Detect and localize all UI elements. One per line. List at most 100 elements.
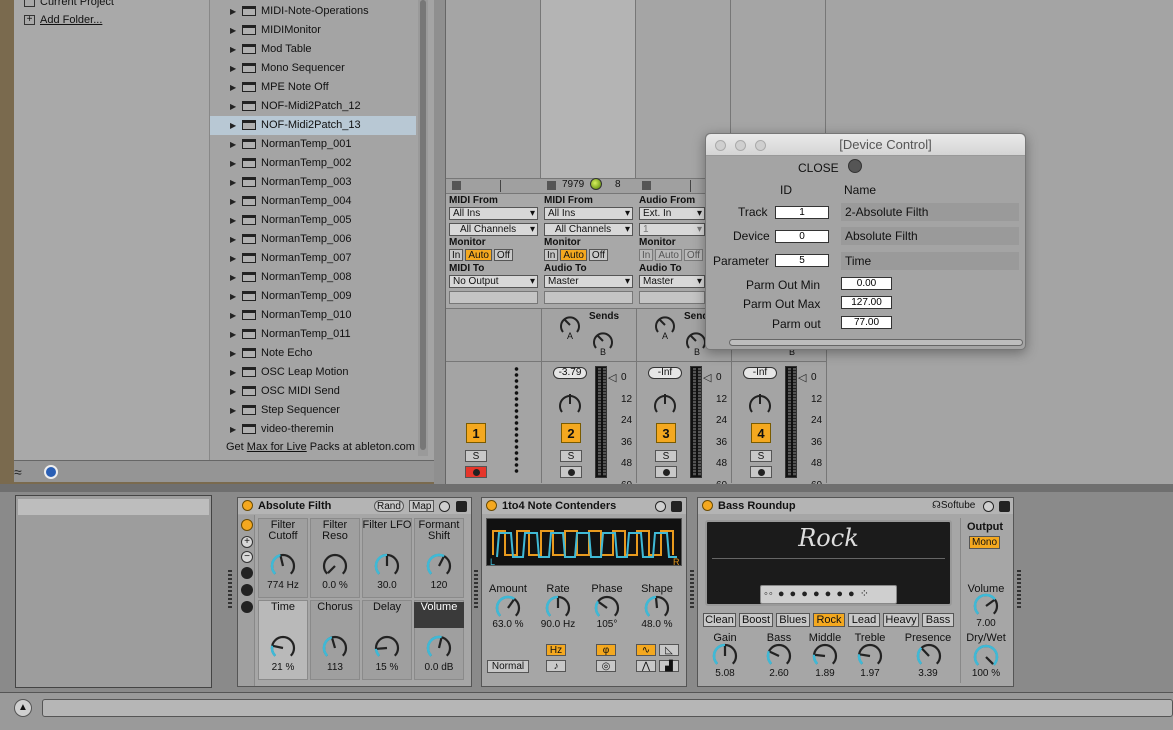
volume-readout[interactable]: -3.79 xyxy=(553,367,587,379)
expand-triangle-icon[interactable]: ▶ xyxy=(230,97,242,116)
parameter-knob[interactable] xyxy=(915,642,943,670)
monitor-off-button[interactable]: Off xyxy=(683,249,704,261)
track-activator-button[interactable]: 3 xyxy=(656,423,676,443)
wave-triangle-icon[interactable]: ⋀ xyxy=(636,660,656,672)
resize-grip[interactable] xyxy=(228,570,232,610)
midi-to-select[interactable]: No Output xyxy=(449,275,538,288)
expand-triangle-icon[interactable]: ▶ xyxy=(230,401,242,420)
mode-select[interactable]: Normal xyxy=(487,660,529,673)
expand-triangle-icon[interactable]: ▶ xyxy=(230,306,242,325)
expand-triangle-icon[interactable]: ▶ xyxy=(230,382,242,401)
expand-triangle-icon[interactable]: ▶ xyxy=(230,21,242,40)
remove-icon[interactable]: − xyxy=(241,551,253,563)
clip-stop-button-2[interactable] xyxy=(547,181,556,190)
pan-knob[interactable] xyxy=(746,390,774,418)
pan-knob[interactable] xyxy=(651,390,679,418)
preset-button[interactable]: Boost xyxy=(739,613,773,627)
browser-item[interactable]: ▶ NormanTemp_001 xyxy=(230,135,352,154)
parm-out-min-input[interactable] xyxy=(841,277,892,290)
expand-triangle-icon[interactable]: ▶ xyxy=(230,249,242,268)
browser-item[interactable]: ▶ Step Sequencer xyxy=(230,401,340,420)
solo-button[interactable]: S xyxy=(655,450,677,462)
expand-triangle-icon[interactable]: ▶ xyxy=(230,59,242,78)
add-icon[interactable]: + xyxy=(241,536,253,548)
browser-item[interactable]: ▶ Mod Table xyxy=(230,40,312,59)
arm-button[interactable] xyxy=(655,466,677,478)
close-button[interactable] xyxy=(848,159,862,173)
list-icon[interactable] xyxy=(241,601,253,613)
wave-random-icon[interactable]: ▟ xyxy=(659,660,679,672)
arm-button[interactable] xyxy=(750,466,772,478)
add-folder-item[interactable]: + Add Folder... xyxy=(24,14,102,28)
note-sync-icon[interactable]: ♪ xyxy=(546,660,566,672)
browser-item[interactable]: ▶ NormanTemp_002 xyxy=(230,154,352,173)
rand-button[interactable]: Rand xyxy=(374,500,404,512)
monitor-in-button[interactable]: In xyxy=(639,249,654,261)
expand-triangle-icon[interactable]: ▶ xyxy=(230,173,242,192)
solo-button[interactable]: S xyxy=(560,450,582,462)
monitor-in-button[interactable]: In xyxy=(449,249,464,261)
preset-button[interactable]: Bass xyxy=(922,613,954,627)
browser-item[interactable]: ▶ MIDI-Note-Operations xyxy=(230,2,369,21)
current-project-item[interactable]: Current Project xyxy=(24,0,114,10)
browser-item[interactable]: ▶ MIDIMonitor xyxy=(230,21,321,40)
track-activator-button[interactable]: 4 xyxy=(751,423,771,443)
parameter-knob[interactable] xyxy=(593,594,621,622)
resize-grip[interactable] xyxy=(474,570,478,610)
parameter-knob[interactable] xyxy=(373,552,401,580)
browser-item[interactable]: ▶ NormanTemp_005 xyxy=(230,211,352,230)
device-power-button[interactable] xyxy=(242,500,253,511)
pan-knob[interactable] xyxy=(556,390,584,418)
browser-item[interactable]: ▶ NormanTemp_008 xyxy=(230,268,352,287)
audio-from-select[interactable]: Ext. In xyxy=(639,207,705,220)
audio-to-select[interactable]: Master xyxy=(639,275,705,288)
hz-sync-button[interactable]: Hz xyxy=(546,644,566,656)
expand-triangle-icon[interactable]: ▶ xyxy=(230,211,242,230)
expand-triangle-icon[interactable]: ▶ xyxy=(230,192,242,211)
parameter-knob[interactable] xyxy=(269,634,297,662)
preset-button[interactable]: Rock xyxy=(813,613,845,627)
rec-icon[interactable] xyxy=(241,584,253,596)
parameter-knob[interactable] xyxy=(494,594,522,622)
expand-triangle-icon[interactable]: ▶ xyxy=(230,135,242,154)
phase-mode-icon[interactable]: φ xyxy=(596,644,616,656)
expand-triangle-icon[interactable]: ▶ xyxy=(230,363,242,382)
output-channel-box[interactable] xyxy=(449,291,538,304)
volume-fader-handle[interactable]: ◁ xyxy=(798,371,806,384)
parameter-id-input[interactable] xyxy=(775,254,829,267)
input-channel-select[interactable]: 1 xyxy=(639,223,705,236)
parameter-knob[interactable] xyxy=(425,552,453,580)
parameter-knob[interactable] xyxy=(643,594,671,622)
parm-out-max-input[interactable] xyxy=(841,296,892,309)
expand-triangle-icon[interactable]: ▶ xyxy=(230,230,242,249)
save-preset-icon[interactable] xyxy=(671,501,682,512)
parm-slider[interactable] xyxy=(729,339,1023,346)
midi-from-select[interactable]: All Ins xyxy=(449,207,538,220)
clip-stop-button-1[interactable] xyxy=(452,181,461,190)
preset-button[interactable]: Lead xyxy=(848,613,880,627)
mono-button[interactable]: Mono xyxy=(969,536,1000,549)
browser-item[interactable]: ▶ NormanTemp_010 xyxy=(230,306,352,325)
channel-select[interactable]: All Channels xyxy=(449,223,538,236)
expand-triangle-icon[interactable]: ▶ xyxy=(230,116,242,135)
expand-triangle-icon[interactable]: ▶ xyxy=(230,2,242,21)
monitor-auto-button[interactable]: Auto xyxy=(560,249,587,261)
preset-button[interactable]: Clean xyxy=(703,613,736,627)
parm-out-input[interactable] xyxy=(841,316,892,329)
track-activator-button[interactable]: 1 xyxy=(466,423,486,443)
browser-item[interactable]: ▶ NormanTemp_003 xyxy=(230,173,352,192)
drywet-knob[interactable] xyxy=(972,643,1000,671)
volume-readout[interactable]: -Inf xyxy=(743,367,777,379)
resize-grip[interactable] xyxy=(1017,570,1021,610)
save-preset-icon[interactable] xyxy=(999,501,1010,512)
wave-saw-icon[interactable]: ◺ xyxy=(659,644,679,656)
browser-item[interactable]: ▶ Mono Sequencer xyxy=(230,59,345,78)
device-id-input[interactable] xyxy=(775,230,829,243)
solo-button[interactable]: S xyxy=(465,450,487,462)
hot-swap-icon[interactable] xyxy=(655,501,666,512)
output-channel-box[interactable] xyxy=(639,291,705,304)
browser-item[interactable]: ▶ OSC Leap Motion xyxy=(230,363,348,382)
browser-item[interactable]: ▶ NormanTemp_009 xyxy=(230,287,352,306)
resize-grip[interactable] xyxy=(690,570,694,610)
expand-triangle-icon[interactable]: ▶ xyxy=(230,154,242,173)
